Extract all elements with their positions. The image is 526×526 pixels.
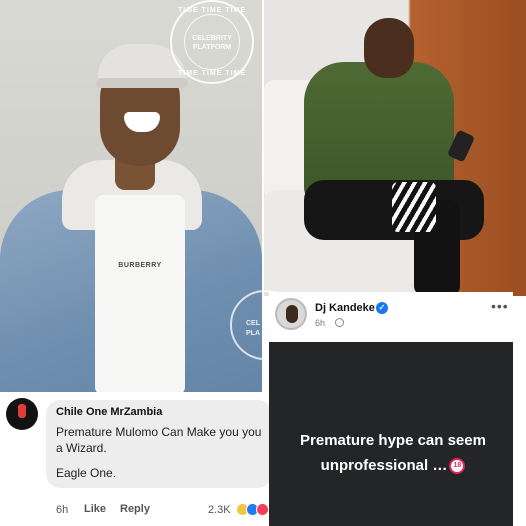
post-time[interactable]: 6h (315, 318, 325, 328)
comment-time[interactable]: 6h (56, 504, 68, 516)
facebook-comment: Chile One MrZambia Premature Mulomo Can … (0, 392, 284, 526)
comment-text: Premature Mulomo Can Make you you a Wiza… (56, 425, 262, 455)
no-under-18-emoji-icon: 18 (449, 458, 466, 475)
watermark-line1: CELEBRITY (192, 35, 232, 42)
pants-stripes (392, 182, 436, 232)
shirt-brand-text: BURBERRY (118, 262, 162, 269)
comment-avatar[interactable] (6, 398, 38, 430)
post-avatar[interactable] (275, 298, 307, 330)
partial-watermark-line2: PLA (246, 330, 260, 337)
watermark-top-text: TIME TIME TIME (177, 7, 247, 14)
celebrity-platform-watermark: TIME TIME TIME CELEBRITY PLATFORM TIME T… (170, 0, 254, 84)
white-tshirt (95, 195, 185, 395)
partial-watermark-line1: CEL (246, 320, 260, 327)
comment-bubble: Chile One MrZambia Premature Mulomo Can … (46, 400, 272, 488)
post-author[interactable]: Dj Kandeke (315, 302, 375, 314)
like-button[interactable]: Like (84, 503, 106, 515)
head (364, 18, 414, 78)
verified-badge-icon: ✓ (376, 302, 388, 314)
reaction-count[interactable]: 2.3K (208, 504, 231, 516)
post-text-wrap: Premature hype can seem unprofessional …… (281, 428, 505, 478)
watermark-line2: PLATFORM (192, 44, 232, 51)
globe-icon (335, 318, 344, 327)
love-icon (256, 503, 269, 516)
facebook-post: Dj Kandeke ✓ 6h ••• Premature hype can s… (269, 292, 513, 526)
post-header: Dj Kandeke ✓ 6h ••• (269, 292, 513, 338)
more-options-button[interactable]: ••• (491, 298, 509, 314)
reply-button[interactable]: Reply (120, 503, 150, 515)
comment-author[interactable]: Chile One MrZambia (56, 406, 162, 418)
post-body: Premature hype can seem unprofessional …… (269, 342, 513, 526)
comment-sign-off: Eagle One. (56, 466, 117, 480)
watermark-bottom-text: TIME TIME TIME (177, 70, 247, 77)
watermark-inner-ring (184, 14, 240, 70)
cap-brim (96, 78, 188, 88)
photo-seated-man (264, 0, 526, 296)
